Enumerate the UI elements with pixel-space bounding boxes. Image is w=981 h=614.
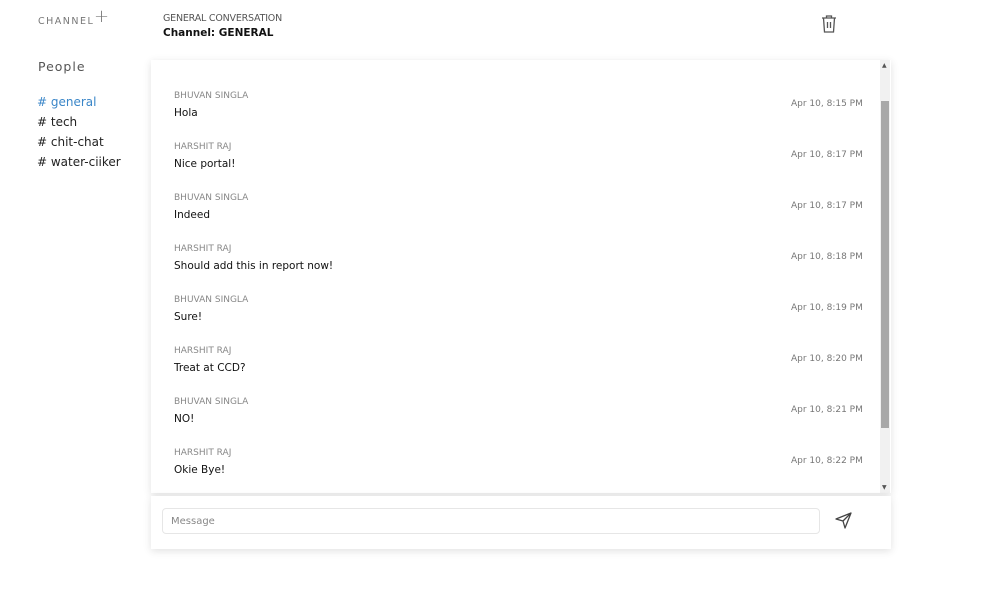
- message-item: BHUVAN SINGLA Hola Apr 10, 8:15 PM: [151, 79, 891, 130]
- message-time: Apr 10, 8:22 PM: [791, 456, 863, 466]
- scroll-down-arrow-icon[interactable]: ▼: [882, 484, 887, 491]
- message-item: BHUVAN SINGLA NO! Apr 10, 8:21 PM: [151, 385, 891, 436]
- message-text: Hola: [174, 107, 198, 119]
- message-item: HARSHIT RAJ Nice portal! Apr 10, 8:17 PM: [151, 130, 891, 181]
- message-time: Apr 10, 8:20 PM: [791, 354, 863, 364]
- conversation-subtitle: GENERAL CONVERSATION: [163, 13, 282, 24]
- message-text: Nice portal!: [174, 158, 236, 170]
- channel-list: # general # tech # chit-chat # water-ciiker: [37, 94, 121, 174]
- message-text: Sure!: [174, 311, 203, 323]
- message-text: Indeed: [174, 209, 211, 221]
- message-item: Hey there!: [151, 60, 891, 79]
- message-text: NO!: [174, 413, 195, 425]
- message-item: HARSHIT RAJ Okie Bye! Apr 10, 8:22 PM: [151, 436, 891, 487]
- message-text: Should add this in report now!: [174, 260, 334, 272]
- message-author: HARSHIT RAJ: [174, 244, 232, 254]
- message-list-scrollbar[interactable]: ▲ ▼: [880, 60, 890, 493]
- message-time: Apr 10, 8:19 PM: [791, 303, 863, 313]
- channel-title: Channel: GENERAL: [163, 27, 274, 39]
- message-author: HARSHIT RAJ: [174, 142, 232, 152]
- message-composer: [151, 496, 891, 549]
- message-author: HARSHIT RAJ: [174, 346, 232, 356]
- message-item: BHUVAN SINGLA Sure! Apr 10, 8:19 PM: [151, 283, 891, 334]
- message-text: Okie Bye!: [174, 464, 226, 476]
- channel-item[interactable]: # general: [37, 94, 121, 114]
- message-time: Apr 10, 8:17 PM: [791, 201, 863, 211]
- add-channel-plus-icon[interactable]: +: [94, 6, 109, 27]
- channel-item[interactable]: # chit-chat: [37, 134, 121, 154]
- channel-heading: CHANNEL: [38, 16, 95, 27]
- message-author: HARSHIT RAJ: [174, 448, 232, 458]
- message-text: Treat at CCD?: [174, 362, 246, 374]
- message-item: HARSHIT RAJ Should add this in report now…: [151, 232, 891, 283]
- message-author: BHUVAN SINGLA: [174, 91, 249, 101]
- message-time: Apr 10, 8:15 PM: [791, 99, 863, 109]
- message-author: BHUVAN SINGLA: [174, 295, 249, 305]
- message-author: BHUVAN SINGLA: [174, 193, 249, 203]
- channel-item[interactable]: # water-ciiker: [37, 154, 121, 174]
- scroll-up-arrow-icon[interactable]: ▲: [882, 62, 887, 69]
- message-time: Apr 10, 8:21 PM: [791, 405, 863, 415]
- message-input[interactable]: [162, 508, 820, 534]
- people-link[interactable]: People: [38, 59, 86, 74]
- scrollbar-thumb[interactable]: [881, 101, 889, 428]
- message-time: Apr 10, 8:18 PM: [791, 252, 863, 262]
- message-list: Hey there! BHUVAN SINGLA Hola Apr 10, 8:15 …: [151, 60, 891, 493]
- message-author: BHUVAN SINGLA: [174, 397, 249, 407]
- message-item: HARSHIT RAJ Treat at CCD? Apr 10, 8:20 PM: [151, 334, 891, 385]
- message-time: Apr 10, 8:17 PM: [791, 150, 863, 160]
- send-icon[interactable]: [834, 511, 854, 531]
- trash-icon[interactable]: [820, 14, 838, 34]
- message-item: BHUVAN SINGLA Indeed Apr 10, 8:17 PM: [151, 181, 891, 232]
- channel-item[interactable]: # tech: [37, 114, 121, 134]
